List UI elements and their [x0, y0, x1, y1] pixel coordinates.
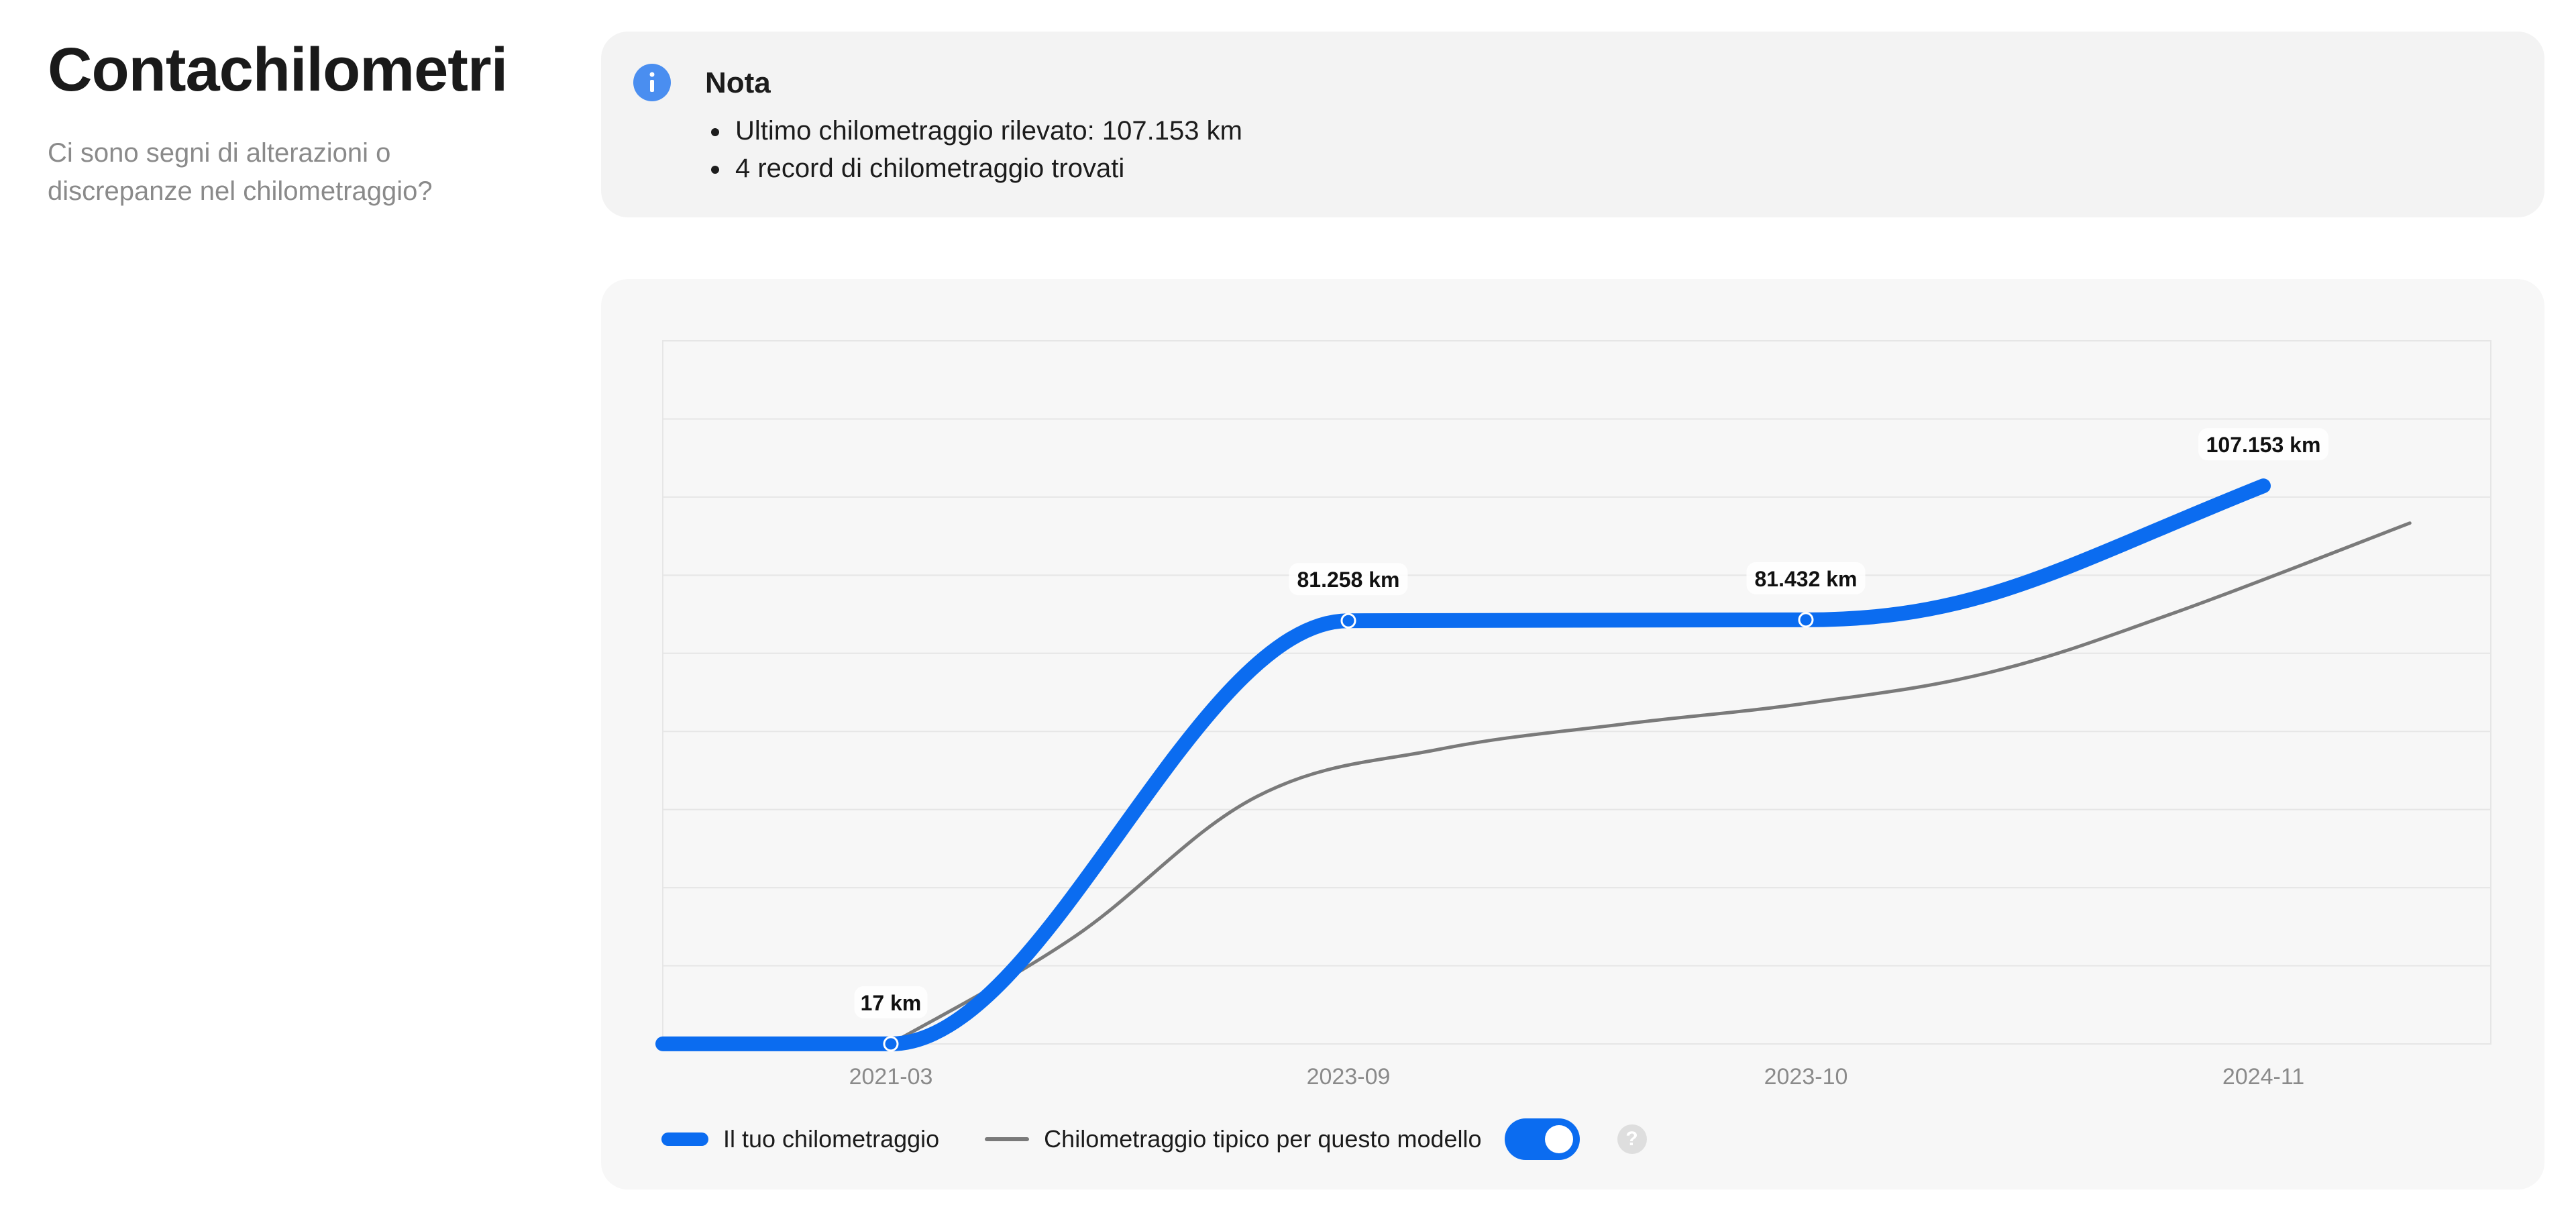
data-point	[2257, 479, 2270, 493]
data-label: 17 km	[861, 991, 922, 1015]
legend-label-yours: Il tuo chilometraggio	[723, 1125, 940, 1153]
data-point	[1340, 613, 1356, 629]
note-item-record-count: 4 record di chilometraggio trovati	[711, 150, 1242, 187]
x-tick-label: 2024-11	[2222, 1064, 2304, 1090]
legend-label-typical: Chilometraggio tipico per questo modello	[1044, 1125, 1482, 1153]
x-tick-label: 2021-03	[849, 1064, 933, 1090]
info-icon	[633, 64, 671, 101]
note-title: Nota	[705, 66, 771, 99]
help-icon[interactable]: ?	[1617, 1124, 1647, 1154]
page-title: Contachilometri	[48, 36, 508, 104]
toggle-knob	[1544, 1125, 1573, 1153]
mileage-chart: 17 km 81.258 km 81.432 km 107.153 km 2021-03…	[655, 340, 2491, 1090]
x-tick-label: 2023-09	[1307, 1064, 1391, 1090]
legend-swatch-typical	[985, 1137, 1030, 1141]
legend-swatch-yours	[661, 1132, 708, 1146]
x-tick-label: 2023-10	[1764, 1064, 1848, 1090]
mileage-chart-card: 17 km 81.258 km 81.432 km 107.153 km 2021-03…	[601, 279, 2544, 1190]
data-point	[1798, 612, 1814, 628]
note-item-last-mileage: Ultimo chilometraggio rilevato: 107.153 …	[711, 112, 1242, 150]
data-label: 81.432 km	[1754, 567, 1857, 591]
data-label: 107.153 km	[2206, 433, 2321, 457]
data-point	[883, 1036, 899, 1052]
page-subtitle: Ci sono segni di alterazioni o discrepan…	[48, 138, 433, 206]
data-label: 81.258 km	[1297, 568, 1399, 592]
typical-mileage-toggle[interactable]	[1504, 1118, 1580, 1160]
note-list: Ultimo chilometraggio rilevato: 107.153 …	[711, 112, 1242, 187]
chart-legend: Il tuo chilometraggio Chilometraggio tip…	[661, 1118, 1647, 1161]
note-card: Nota Ultimo chilometraggio rilevato: 107…	[601, 32, 2544, 217]
